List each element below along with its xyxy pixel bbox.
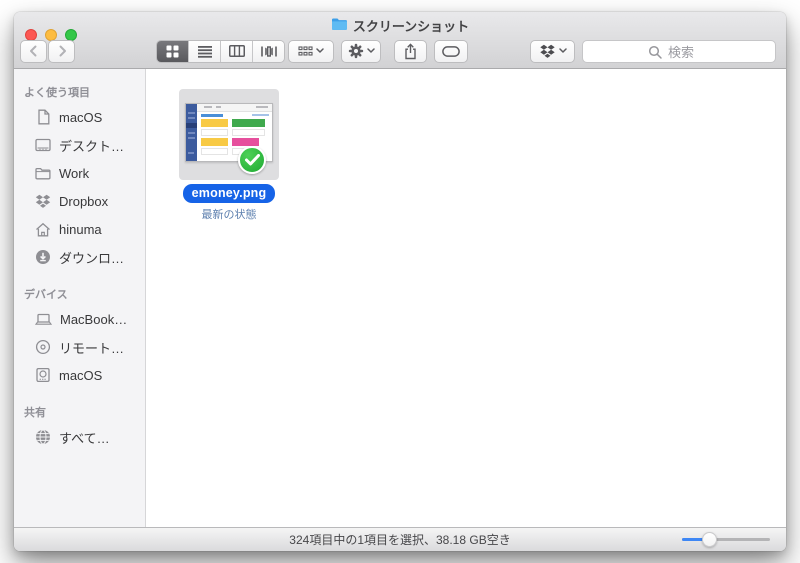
view-grid-icon[interactable] — [157, 40, 189, 62]
file-emoney-tile[interactable]: emoney.png 最新の状態 — [179, 89, 279, 222]
sidebar-section-shared: 共有 — [24, 407, 46, 419]
drive-icon — [35, 367, 51, 383]
dropbox-synced-badge-icon — [238, 146, 266, 174]
arrange-icon — [298, 46, 313, 56]
icon-size-slider[interactable] — [682, 532, 770, 547]
folder-icon — [331, 17, 348, 34]
forward-button[interactable] — [48, 39, 75, 63]
laptop-icon — [35, 311, 52, 327]
gear-icon — [348, 43, 363, 59]
desktop-icon — [35, 137, 51, 153]
arrange-button[interactable] — [288, 39, 334, 63]
back-button[interactable] — [20, 39, 47, 63]
status-bar: 324項目中の1項目を選択、38.18 GB空き — [14, 527, 786, 551]
folder-icon — [35, 165, 51, 181]
toolbar — [20, 39, 779, 64]
share-button[interactable] — [394, 39, 427, 63]
dropbox-icon — [35, 193, 51, 209]
sidebar-item-home[interactable]: hinuma — [14, 215, 145, 243]
globe-icon — [35, 429, 51, 445]
tag-icon — [442, 45, 460, 57]
dropbox-toolbar-button[interactable] — [530, 39, 575, 63]
chevron-down-icon — [366, 48, 375, 53]
sidebar-section-favorites: よく使う項目 — [24, 87, 90, 99]
sidebar: よく使う項目 macOS デスクト… Work Dropbox hinuma ダ… — [14, 69, 146, 527]
sidebar-item-desktop[interactable]: デスクト… — [14, 131, 145, 159]
home-icon — [35, 221, 51, 237]
status-text: 324項目中の1項目を選択、38.18 GB空き — [289, 533, 511, 547]
downloads-icon — [35, 249, 51, 265]
view-mode-segmented-control — [156, 39, 285, 63]
view-columns-icon[interactable] — [221, 40, 253, 62]
search-input[interactable] — [583, 40, 779, 64]
search-icon — [648, 45, 662, 59]
file-selection-highlight — [179, 89, 279, 180]
sidebar-item-all-shared[interactable]: すべて… — [14, 423, 145, 451]
sidebar-item-macos-drive[interactable]: macOS — [14, 361, 145, 389]
window-title: スクリーンショット — [352, 18, 470, 34]
sidebar-item-work[interactable]: Work — [14, 159, 145, 187]
sidebar-item-downloads[interactable]: ダウンロ… — [14, 243, 145, 271]
finder-window: スクリーンショット 検索 よく使う項目 macOS デスクト… Work Dro… — [14, 12, 786, 551]
view-list-icon[interactable] — [189, 40, 221, 62]
dropbox-status-label: 最新の状態 — [201, 209, 257, 221]
sidebar-item-dropbox[interactable]: Dropbox — [14, 187, 145, 215]
file-name-label[interactable]: emoney.png — [182, 184, 276, 203]
tags-button[interactable] — [434, 39, 468, 63]
search-field[interactable] — [582, 39, 779, 64]
dropbox-icon — [539, 44, 555, 58]
share-icon — [405, 42, 416, 59]
file-browser-area[interactable]: emoney.png 最新の状態 — [146, 69, 786, 527]
chevron-down-icon — [316, 48, 324, 53]
title-bar: スクリーンショット — [14, 12, 786, 69]
slider-knob[interactable] — [702, 532, 717, 547]
chevron-down-icon — [558, 48, 567, 53]
view-coverflow-icon[interactable] — [253, 40, 284, 62]
sidebar-item-macbook[interactable]: MacBook… — [14, 305, 145, 333]
sidebar-item-remote-disc[interactable]: リモート… — [14, 333, 145, 361]
sidebar-item-macos[interactable]: macOS — [14, 103, 145, 131]
sidebar-section-devices: デバイス — [24, 289, 68, 301]
document-icon — [35, 109, 51, 125]
disc-icon — [35, 339, 51, 355]
action-menu-button[interactable] — [341, 39, 381, 63]
